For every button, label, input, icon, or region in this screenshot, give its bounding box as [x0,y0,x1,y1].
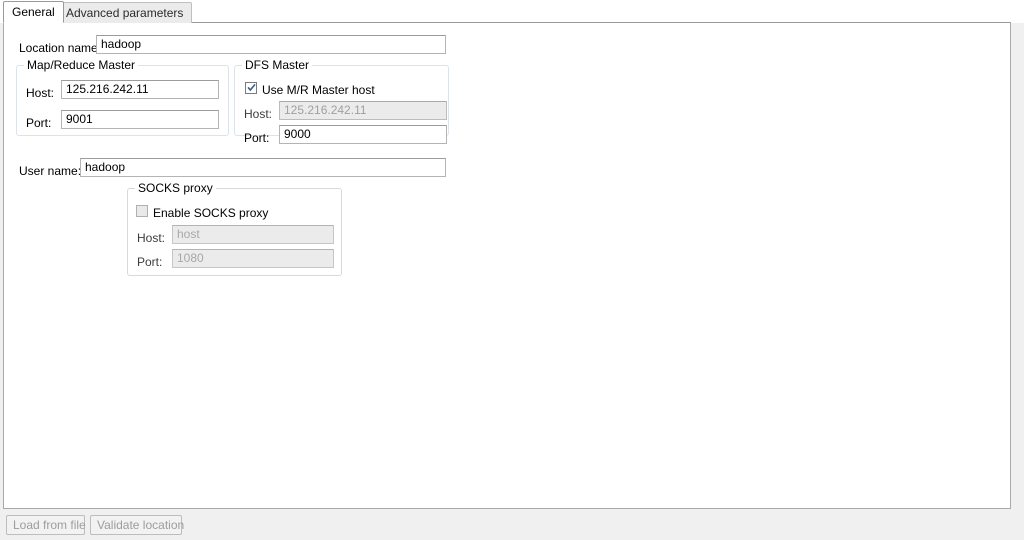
use-mr-master-host-label[interactable]: Use M/R Master host [262,83,375,97]
mapreduce-host-label: Host: [26,86,55,100]
general-settings-panel: Location name: hadoop Map/Reduce Master … [3,22,1011,509]
location-name-label: Location name: [19,41,102,55]
mapreduce-master-title: Map/Reduce Master [24,58,139,72]
tab-advanced-parameters-label: Advanced parameters [66,6,184,20]
user-name-input[interactable]: hadoop [80,158,446,177]
location-name-input[interactable]: hadoop [96,35,446,54]
socks-port-input: 1080 [172,249,334,268]
dfs-master-group: DFS Master Use M/R Master host Host: 125… [234,58,449,145]
tab-strip: General Advanced parameters [0,0,1024,23]
socks-host-input: host [172,225,334,244]
socks-proxy-group: SOCKS proxy Enable SOCKS proxy Host: hos… [127,181,342,276]
dfs-host-label: Host: [244,107,273,121]
load-from-file-button[interactable]: Load from file [6,515,86,535]
validate-location-button[interactable]: Validate location [90,515,184,535]
mapreduce-port-input[interactable]: 9001 [61,110,219,129]
socks-port-label: Port: [137,255,163,269]
socks-host-label: Host: [137,231,166,245]
tab-general[interactable]: General [3,1,64,23]
user-name-label: User name: [19,164,82,178]
dfs-master-title: DFS Master [242,58,313,72]
tab-advanced-parameters[interactable]: Advanced parameters [57,2,193,23]
mapreduce-master-group: Map/Reduce Master Host: 125.216.242.11 P… [16,58,229,136]
socks-proxy-title: SOCKS proxy [135,181,216,195]
dfs-host-input: 125.216.242.11 [279,101,447,120]
mapreduce-host-input[interactable]: 125.216.242.11 [61,80,219,99]
enable-socks-proxy-label[interactable]: Enable SOCKS proxy [153,206,268,220]
checkmark-icon [247,83,256,92]
checkbox-checked-icon[interactable] [245,82,257,94]
tab-general-label: General [12,5,55,19]
dfs-port-label: Port: [244,131,270,145]
dfs-port-input[interactable]: 9000 [279,125,447,144]
mapreduce-port-label: Port: [26,116,52,130]
checkbox-unchecked-icon[interactable] [136,205,148,217]
